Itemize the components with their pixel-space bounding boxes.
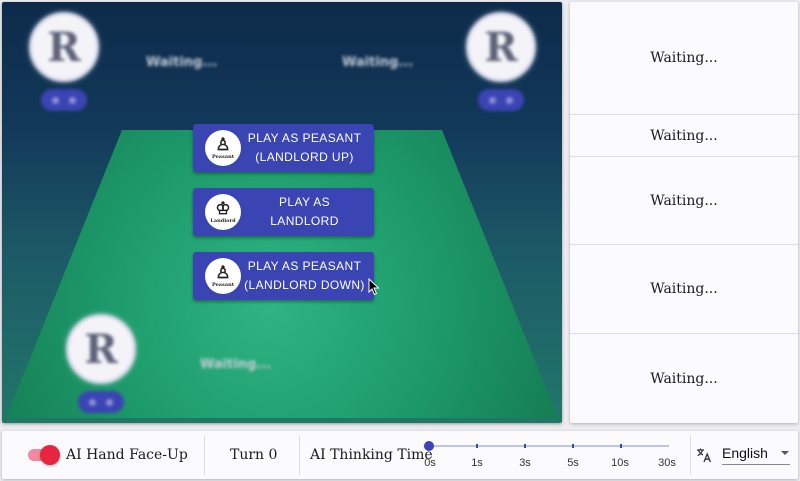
card-count-pill-top-right bbox=[478, 89, 524, 111]
turn-counter: Turn 0 bbox=[230, 447, 278, 463]
language-value: English bbox=[722, 445, 768, 461]
peasant-icon: ♙ Peasant bbox=[205, 258, 241, 294]
divider bbox=[204, 435, 205, 475]
play-as-peasant-landlord-up-button[interactable]: ♙ Peasant PLAY AS PEASANT (LANDLORD UP) bbox=[193, 124, 374, 172]
player-status-top-right: Waiting... bbox=[342, 55, 414, 70]
landlord-icon: ♔ Landlord bbox=[205, 194, 241, 230]
control-bar: AI Hand Face-Up Turn 0 AI Thinking Time … bbox=[2, 431, 798, 479]
card-count-pill-bottom bbox=[78, 391, 124, 413]
card-count-pill-top-left bbox=[41, 89, 87, 111]
ai-thinking-time-label: AI Thinking Time bbox=[310, 447, 433, 463]
ai-hand-switch[interactable] bbox=[28, 445, 60, 465]
button-label-line1: PLAY AS bbox=[278, 195, 331, 209]
history-row: Waiting... bbox=[570, 157, 798, 245]
robot-icon: R bbox=[84, 325, 118, 373]
ai-hand-toggle[interactable]: AI Hand Face-Up bbox=[28, 431, 188, 479]
ai-thinking-time-slider[interactable]: 0s 1s 3s 5s 10s 30s bbox=[424, 431, 676, 479]
slider-mark: 5s bbox=[567, 457, 579, 469]
player-avatar-top-right: R bbox=[466, 12, 536, 82]
slider-mark: 1s bbox=[471, 457, 483, 469]
button-label-line2: (LANDLORD DOWN) bbox=[244, 278, 365, 292]
ai-hand-label: AI Hand Face-Up bbox=[66, 447, 188, 463]
history-row: Waiting... bbox=[570, 115, 798, 157]
divider bbox=[690, 435, 691, 475]
language-dropdown[interactable]: English bbox=[722, 445, 790, 465]
slider-mark: 30s bbox=[658, 457, 676, 469]
slider-tick bbox=[572, 444, 574, 448]
player-avatar-bottom: R bbox=[66, 314, 136, 384]
history-row: Waiting... bbox=[570, 2, 798, 115]
history-panel: Waiting... Waiting... Waiting... Waiting… bbox=[570, 2, 798, 423]
slider-mark: 0s bbox=[424, 457, 436, 469]
button-label-line2: (LANDLORD UP) bbox=[255, 150, 354, 164]
player-status-top-left: Waiting... bbox=[146, 55, 218, 70]
divider bbox=[299, 435, 300, 475]
language-selector[interactable]: English bbox=[696, 431, 790, 479]
history-row: Waiting... bbox=[570, 245, 798, 334]
slider-mark: 10s bbox=[611, 457, 629, 469]
player-avatar-top-left: R bbox=[29, 12, 99, 82]
slider-thumb[interactable] bbox=[424, 441, 434, 451]
play-as-landlord-button[interactable]: ♔ Landlord PLAY AS LANDLORD bbox=[193, 188, 374, 236]
slider-mark: 3s bbox=[519, 457, 531, 469]
robot-icon: R bbox=[484, 23, 518, 71]
switch-thumb[interactable] bbox=[40, 445, 60, 465]
robot-icon: R bbox=[47, 23, 81, 71]
chevron-down-icon bbox=[781, 451, 789, 455]
button-label-line2: LANDLORD bbox=[270, 214, 339, 228]
slider-rail[interactable] bbox=[429, 445, 669, 447]
play-as-peasant-landlord-down-button[interactable]: ♙ Peasant PLAY AS PEASANT (LANDLORD DOWN… bbox=[193, 252, 374, 300]
player-status-bottom: Waiting... bbox=[200, 357, 272, 372]
slider-tick bbox=[620, 444, 622, 448]
game-board: R Waiting... R Waiting... R Waiting... ♙… bbox=[2, 2, 562, 423]
translate-icon bbox=[697, 448, 712, 463]
slider-tick bbox=[524, 444, 526, 448]
button-label-line1: PLAY AS PEASANT bbox=[247, 131, 362, 145]
mouse-cursor-icon bbox=[368, 278, 380, 296]
history-row: Waiting... bbox=[650, 370, 718, 387]
button-label-line1: PLAY AS PEASANT bbox=[247, 259, 362, 273]
slider-tick bbox=[476, 444, 478, 448]
peasant-icon: ♙ Peasant bbox=[205, 130, 241, 166]
